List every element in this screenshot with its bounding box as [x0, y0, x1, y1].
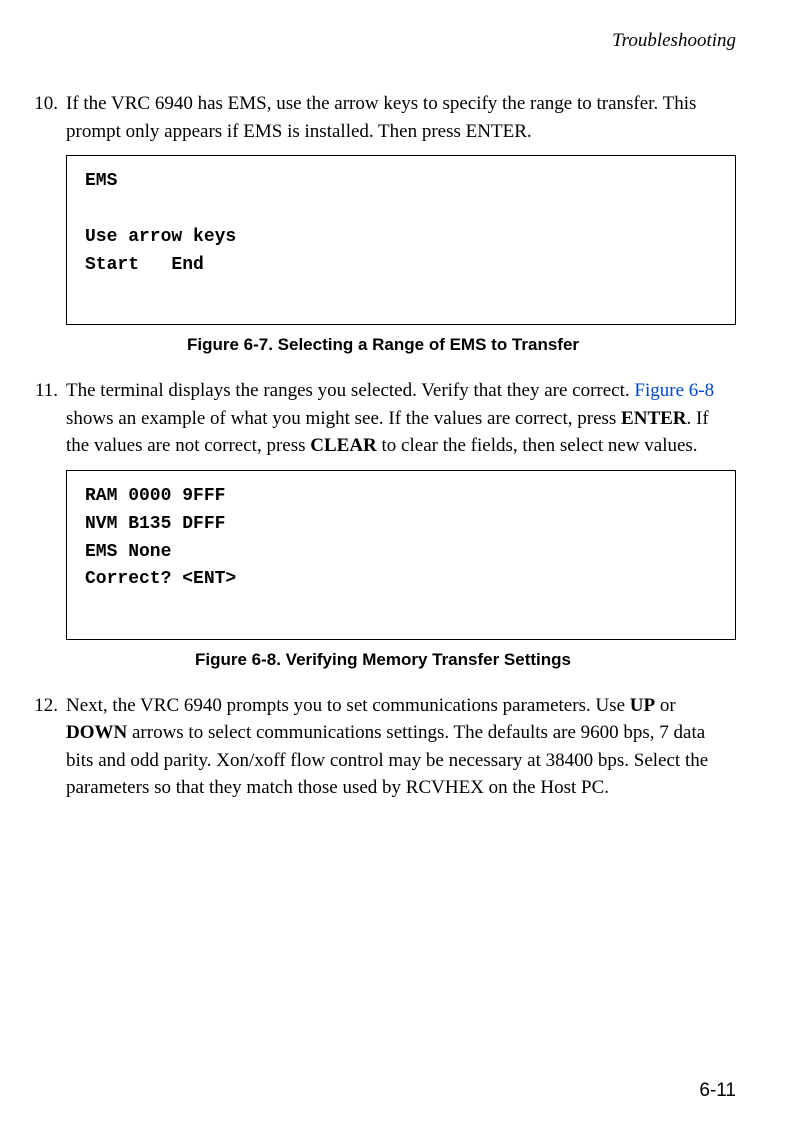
text-run: arrows to select communications settings…: [66, 722, 708, 798]
text-run: to clear the fields, then select new val…: [377, 435, 698, 456]
page-number: 6-11: [699, 1080, 736, 1102]
step-text: If the VRC 6940 has EMS, use the arrow k…: [66, 90, 736, 145]
step-12: 12. Next, the VRC 6940 prompts you to se…: [30, 692, 736, 802]
step-number: 11.: [30, 377, 58, 460]
terminal-box-wrap: RAM 0000 9FFF NVM B135 DFFF EMS None Cor…: [66, 470, 736, 640]
text-run: shows an example of what you might see. …: [66, 408, 621, 429]
bold-enter: ENTER: [621, 408, 686, 429]
terminal-box-ems: EMS Use arrow keys Start End: [66, 155, 736, 325]
figure-link[interactable]: Figure 6-8: [634, 380, 714, 401]
bold-clear: CLEAR: [310, 435, 377, 456]
step-text: Next, the VRC 6940 prompts you to set co…: [66, 692, 736, 802]
figure-caption-6-8: Figure 6-8. Verifying Memory Transfer Se…: [30, 650, 736, 670]
step-number: 10.: [30, 90, 58, 145]
figure-caption-6-7: Figure 6-7. Selecting a Range of EMS to …: [30, 335, 736, 355]
bold-down: DOWN: [66, 722, 127, 743]
page: Troubleshooting 10. If the VRC 6940 has …: [0, 0, 786, 1142]
step-number: 12.: [30, 692, 58, 802]
text-run: or: [655, 695, 676, 716]
running-header: Troubleshooting: [30, 30, 736, 52]
text-run: The terminal displays the ranges you sel…: [66, 380, 634, 401]
text-run: Next, the VRC 6940 prompts you to set co…: [66, 695, 630, 716]
step-11: 11. The terminal displays the ranges you…: [30, 377, 736, 460]
terminal-box-verify: RAM 0000 9FFF NVM B135 DFFF EMS None Cor…: [66, 470, 736, 640]
step-10: 10. If the VRC 6940 has EMS, use the arr…: [30, 90, 736, 145]
bold-up: UP: [630, 695, 655, 716]
step-text: The terminal displays the ranges you sel…: [66, 377, 736, 460]
terminal-box-wrap: EMS Use arrow keys Start End: [66, 155, 736, 325]
